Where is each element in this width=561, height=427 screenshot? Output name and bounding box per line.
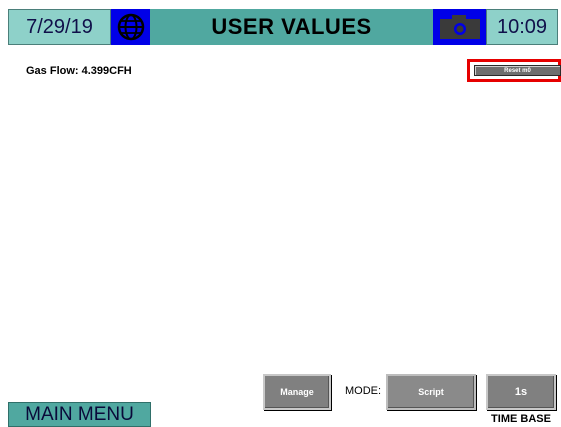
time-base-label: TIME BASE — [491, 413, 551, 425]
time-display: 10:09 — [486, 9, 558, 45]
manage-button[interactable]: Manage — [263, 374, 331, 410]
gas-flow-readout: Gas Flow: 4.399CFH — [26, 65, 132, 77]
camera-button[interactable] — [433, 9, 486, 45]
mode-script-button[interactable]: Script — [386, 374, 476, 410]
time-base-button[interactable]: 1s — [486, 374, 556, 410]
camera-icon — [439, 15, 480, 39]
globe-button[interactable] — [111, 9, 150, 45]
reset-m0-button[interactable]: Reset m0 — [474, 65, 561, 76]
date-display: 7/29/19 — [8, 9, 111, 45]
mode-label: MODE: — [345, 385, 382, 397]
page-title: USER VALUES — [150, 9, 433, 45]
globe-icon — [117, 13, 144, 41]
main-menu-button[interactable]: MAIN MENU — [8, 402, 151, 427]
